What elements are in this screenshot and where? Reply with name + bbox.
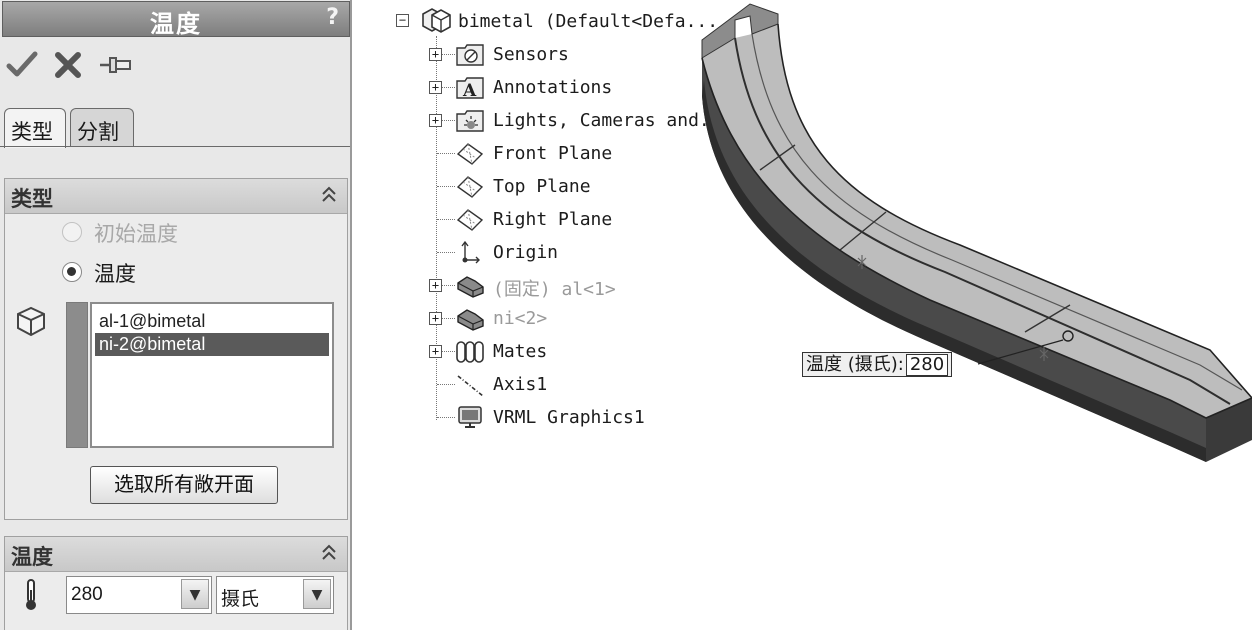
mates-icon — [455, 339, 485, 369]
tree-item-label[interactable]: Right Plane — [493, 209, 612, 230]
tree-connector — [437, 186, 455, 187]
property-manager-panel: 温度 ? 类型 分割 类型 初始温度 温度 al-1@bimetal ni-2@… — [0, 0, 352, 630]
radio-button[interactable] — [62, 222, 82, 242]
face-selection-icon — [14, 304, 48, 342]
tree-item-label[interactable]: VRML Graphics1 — [493, 407, 645, 428]
tab-split[interactable]: 分割 — [70, 108, 134, 146]
thermometer-icon — [20, 578, 42, 616]
face-selection-list[interactable]: al-1@bimetal ni-2@bimetal — [90, 302, 334, 448]
pushpin-icon[interactable] — [98, 50, 134, 84]
tree-item-label[interactable]: Origin — [493, 242, 558, 263]
tree-item-label[interactable]: Annotations — [493, 77, 612, 98]
type-group-title: 类型 — [11, 187, 53, 211]
callout-value[interactable]: 280 — [905, 354, 949, 376]
tree-item-label[interactable]: Sensors — [493, 44, 569, 65]
list-item[interactable]: al-1@bimetal — [95, 310, 329, 333]
tree-item-label[interactable]: Top Plane — [493, 176, 591, 197]
tree-item-label[interactable]: Front Plane — [493, 143, 612, 164]
plane-icon — [455, 174, 485, 204]
temperature-value[interactable]: 280 — [71, 584, 103, 606]
expand-toggle[interactable]: + — [429, 312, 442, 325]
lights-folder-icon — [455, 108, 485, 138]
expand-toggle[interactable]: + — [429, 81, 442, 94]
vrml-monitor-icon — [455, 405, 485, 435]
sensors-icon — [455, 42, 485, 72]
axis-icon — [455, 372, 485, 402]
list-item-selected[interactable]: ni-2@bimetal — [95, 333, 329, 356]
selection-color-strip — [66, 302, 88, 448]
expand-toggle[interactable]: + — [429, 114, 442, 127]
assembly-icon — [420, 6, 452, 38]
callout-label: 温度 (摄氏): — [806, 354, 904, 375]
radio-label: 温度 — [94, 262, 136, 286]
tree-connector — [437, 384, 455, 385]
dropdown-arrow-icon[interactable]: ▼ — [303, 579, 331, 609]
bimetal-strip-model[interactable] — [690, 0, 1252, 470]
temperature-group-title: 温度 — [11, 545, 53, 569]
tree-item-label[interactable]: Mates — [493, 341, 547, 362]
type-group-header[interactable]: 类型 — [5, 179, 347, 214]
annotations-icon: A — [455, 75, 485, 105]
temperature-unit-combo[interactable]: 摄氏 ▼ — [216, 576, 334, 614]
svg-text:A: A — [462, 81, 477, 101]
tree-item-label[interactable]: ni<2> — [493, 308, 547, 329]
collapse-chevron-icon[interactable] — [321, 185, 337, 208]
tree-connector — [437, 219, 455, 220]
dropdown-arrow-icon[interactable]: ▼ — [181, 579, 209, 609]
plane-icon — [455, 141, 485, 171]
tab-divider — [0, 146, 350, 147]
collapse-chevron-icon[interactable] — [321, 543, 337, 566]
tree-root-label[interactable]: bimetal (Default<Defa... — [458, 11, 718, 32]
tree-connector — [437, 153, 455, 154]
radio-button[interactable] — [62, 262, 82, 282]
expand-toggle[interactable]: + — [429, 48, 442, 61]
tree-connector — [437, 252, 455, 253]
panel-title-bar: 温度 ? — [2, 1, 350, 38]
cancel-x-icon[interactable] — [54, 50, 82, 84]
ok-check-icon[interactable] — [6, 50, 38, 84]
tree-item-label[interactable]: (固定) al<1> — [493, 275, 616, 301]
panel-title: 温度 — [150, 10, 202, 38]
tree-item-label[interactable]: Axis1 — [493, 374, 547, 395]
collapse-toggle[interactable]: − — [396, 14, 409, 27]
radio-label: 初始温度 — [94, 222, 178, 246]
part-icon — [455, 273, 485, 303]
help-button[interactable]: ? — [326, 5, 339, 30]
temperature-group-header[interactable]: 温度 — [5, 537, 347, 572]
expand-toggle[interactable]: + — [429, 279, 442, 292]
temperature-value-combo[interactable]: 280 ▼ — [66, 576, 212, 614]
temperature-callout[interactable]: 温度 (摄氏): 280 — [802, 352, 953, 377]
origin-icon — [455, 240, 485, 270]
tree-connector — [437, 417, 455, 418]
expand-toggle[interactable]: + — [429, 345, 442, 358]
part-icon — [455, 306, 485, 336]
tab-type[interactable]: 类型 — [4, 108, 66, 148]
plane-icon — [455, 207, 485, 237]
select-all-open-faces-button[interactable]: 选取所有敞开面 — [90, 466, 278, 504]
temperature-unit[interactable]: 摄氏 — [221, 584, 259, 611]
